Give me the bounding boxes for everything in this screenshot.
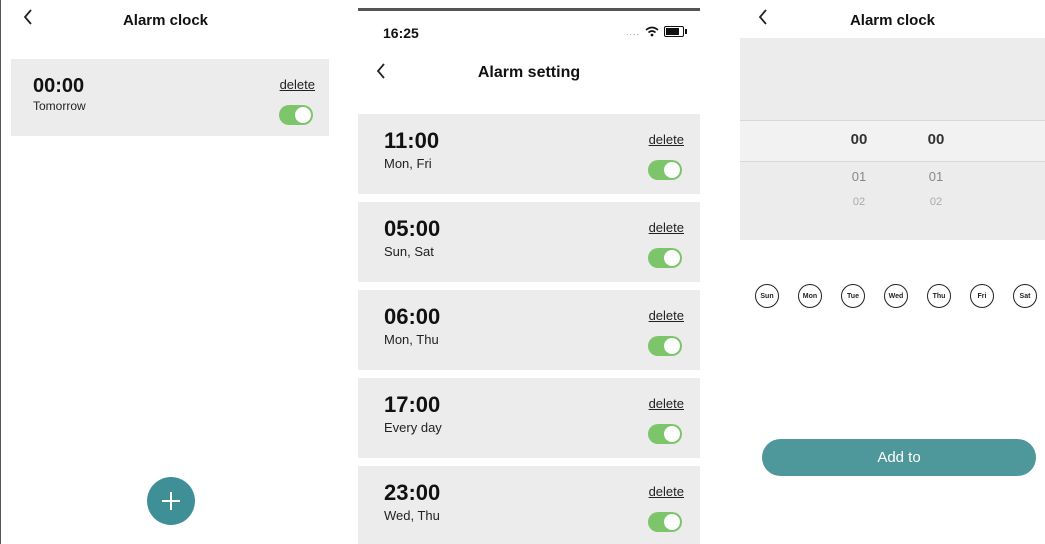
- status-time: 16:25: [383, 25, 419, 41]
- weekday-wed[interactable]: Wed: [884, 284, 908, 308]
- minute-option[interactable]: 01: [916, 169, 956, 184]
- alarm-toggle[interactable]: [648, 512, 682, 532]
- alarm-item[interactable]: 17:00 Every day delete: [358, 378, 700, 458]
- alarm-toggle[interactable]: [648, 248, 682, 268]
- picker-selection-band: [740, 120, 1045, 162]
- alarm-setting-screen: 16:25 .... Alarm setting 11:00 Mon, Fri …: [358, 0, 700, 544]
- alarm-repeat: Every day: [384, 420, 442, 435]
- weekday-fri[interactable]: Fri: [970, 284, 994, 308]
- alarm-toggle[interactable]: [648, 424, 682, 444]
- delete-link[interactable]: delete: [649, 308, 684, 323]
- weekday-selector: Sun Mon Tue Wed Thu Fri Sat: [755, 284, 1037, 308]
- alarm-time: 11:00: [384, 128, 440, 153]
- toggle-knob: [295, 107, 311, 123]
- alarm-item[interactable]: 06:00 Mon, Thu delete: [358, 290, 700, 370]
- delete-link[interactable]: delete: [649, 484, 684, 499]
- page-title: Alarm clock: [849, 12, 936, 29]
- alarm-time: 05:00: [384, 216, 441, 241]
- alarm-toggle[interactable]: [648, 160, 682, 180]
- add-alarm-button[interactable]: [147, 477, 195, 525]
- weekday-mon[interactable]: Mon: [798, 284, 822, 308]
- wifi-icon: [645, 26, 659, 37]
- minute-option[interactable]: 02: [916, 196, 956, 208]
- alarm-repeat: Tomorrow: [33, 99, 86, 113]
- alarm-repeat: Sun, Sat: [384, 244, 434, 259]
- alarm-item[interactable]: 00:00 Tomorrow delete: [11, 59, 329, 136]
- top-divider: [358, 8, 700, 11]
- delete-link[interactable]: delete: [649, 396, 684, 411]
- status-icons: ....: [625, 26, 687, 37]
- add-alarm-screen: Alarm clock 00 00 01 01 02 02 Sun Mon Tu…: [740, 0, 1045, 544]
- alarm-item[interactable]: 05:00 Sun, Sat delete: [358, 202, 700, 282]
- signal-icon: ....: [625, 26, 640, 37]
- alarm-item[interactable]: 11:00 Mon, Fri delete: [358, 114, 700, 194]
- weekday-thu[interactable]: Thu: [927, 284, 951, 308]
- weekday-tue[interactable]: Tue: [841, 284, 865, 308]
- delete-link[interactable]: delete: [280, 77, 315, 92]
- page-title: Alarm clock: [122, 12, 209, 29]
- alarm-toggle[interactable]: [279, 105, 313, 125]
- alarm-item[interactable]: 23:00 Wed, Thu delete: [358, 466, 700, 544]
- alarm-time: 06:00: [384, 304, 441, 329]
- hour-option[interactable]: 01: [839, 169, 879, 184]
- alarm-time: 00:00: [33, 75, 85, 97]
- hour-option[interactable]: 02: [839, 196, 879, 208]
- alarm-toggle[interactable]: [648, 336, 682, 356]
- alarm-repeat: Mon, Thu: [384, 332, 439, 347]
- alarm-time: 23:00: [384, 480, 441, 505]
- battery-icon: [664, 26, 687, 37]
- alarm-repeat: Wed, Thu: [384, 508, 440, 523]
- alarm-list-screen: Alarm clock 00:00 Tomorrow delete: [0, 0, 330, 544]
- time-picker[interactable]: 00 00 01 01 02 02: [740, 38, 1045, 240]
- alarm-time: 17:00: [384, 392, 441, 417]
- minute-selected[interactable]: 00: [916, 131, 956, 148]
- weekday-sun[interactable]: Sun: [755, 284, 779, 308]
- page-title: Alarm setting: [477, 64, 581, 81]
- delete-link[interactable]: delete: [649, 220, 684, 235]
- weekday-sat[interactable]: Sat: [1013, 284, 1037, 308]
- delete-link[interactable]: delete: [649, 132, 684, 147]
- add-to-button[interactable]: Add to: [762, 439, 1036, 476]
- alarm-repeat: Mon, Fri: [384, 156, 432, 171]
- hour-selected[interactable]: 00: [839, 131, 879, 148]
